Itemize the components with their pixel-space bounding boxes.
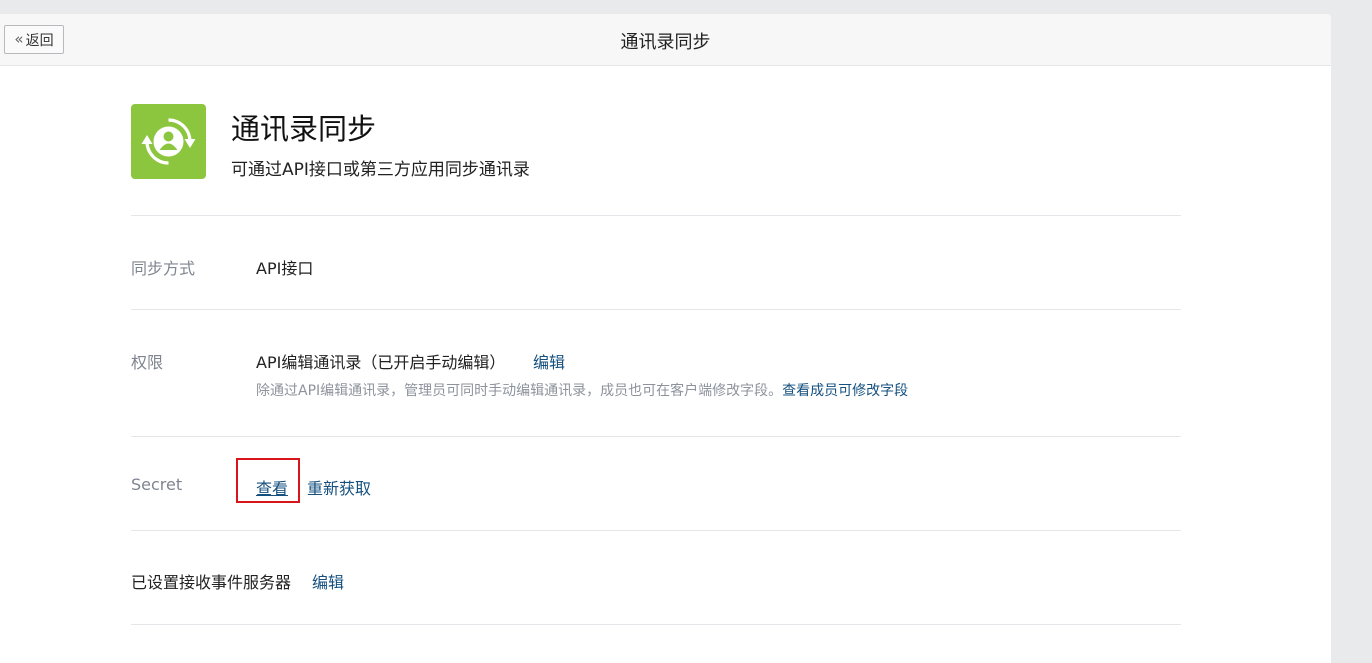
permission-label: 权限 bbox=[131, 353, 164, 372]
sync-method-value: API接口 bbox=[256, 259, 314, 278]
sync-method-label: 同步方式 bbox=[131, 259, 196, 278]
secret-label: Secret bbox=[131, 475, 183, 494]
event-server-label: 已设置接收事件服务器 bbox=[131, 573, 292, 592]
top-bar: « 返回 通讯录同步 bbox=[0, 14, 1331, 66]
divider bbox=[131, 309, 1181, 310]
secret-refresh-link[interactable]: 重新获取 bbox=[307, 475, 371, 499]
main-panel: « 返回 通讯录同步 通讯录同步 可通过API接口或第三方应用同步通讯录 同步方… bbox=[0, 14, 1331, 663]
permission-hint-text: 除通过API编辑通讯录，管理员可同时手动编辑通讯录，成员也可在客户端修改字段。 bbox=[256, 383, 783, 399]
contacts-sync-icon bbox=[131, 104, 206, 179]
page-title: 通讯录同步 bbox=[620, 32, 711, 53]
permission-edit-link[interactable]: 编辑 bbox=[533, 349, 565, 373]
event-server-edit-link[interactable]: 编辑 bbox=[312, 569, 344, 593]
app-title: 通讯录同步 bbox=[231, 112, 377, 146]
editable-fields-link[interactable]: 查看成员可修改字段 bbox=[782, 383, 908, 399]
divider bbox=[131, 530, 1181, 531]
secret-view-link[interactable]: 查看 bbox=[256, 475, 288, 499]
permission-value: API编辑通讯录（已开启手动编辑） bbox=[256, 353, 506, 372]
app-description: 可通过API接口或第三方应用同步通讯录 bbox=[231, 160, 530, 180]
divider bbox=[131, 215, 1181, 216]
permission-hint: 除通过API编辑通讯录，管理员可同时手动编辑通讯录，成员也可在客户端修改字段。查… bbox=[256, 380, 908, 400]
divider bbox=[131, 624, 1181, 625]
divider bbox=[131, 436, 1181, 437]
